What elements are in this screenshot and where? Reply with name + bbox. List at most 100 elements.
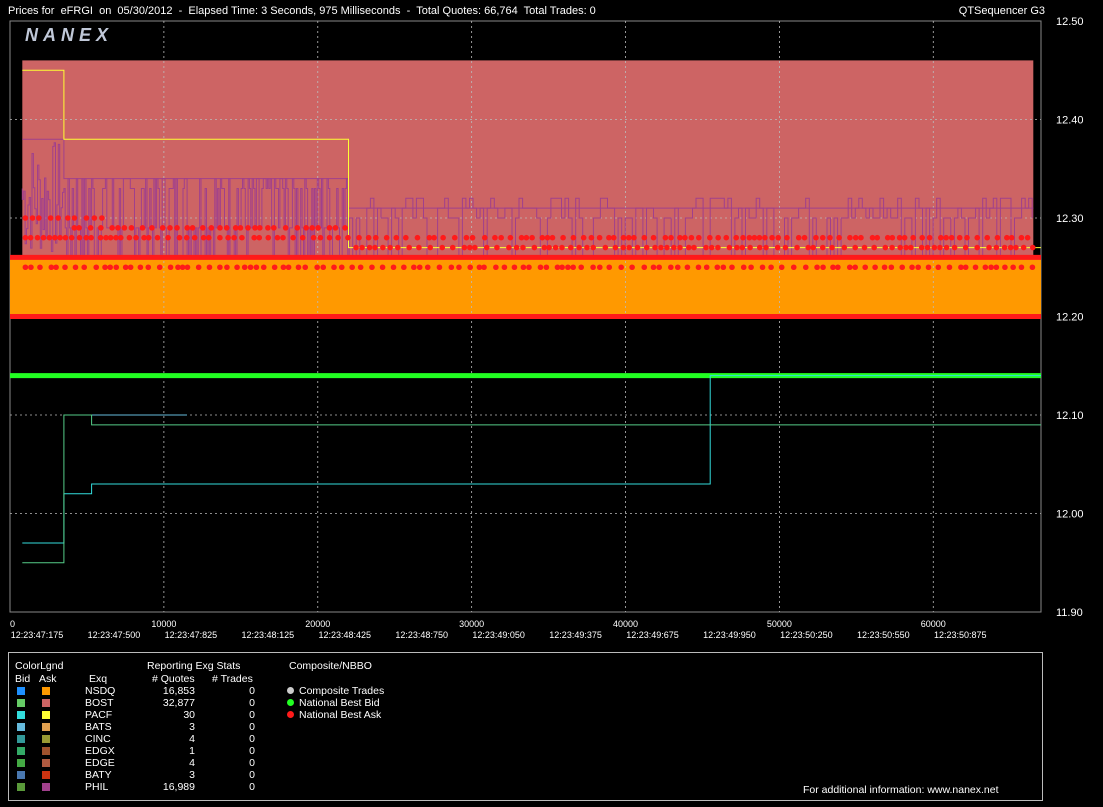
ask-dot bbox=[720, 264, 727, 271]
ask-dot bbox=[47, 215, 54, 221]
ask-dot bbox=[1007, 244, 1014, 251]
ask-dot bbox=[829, 244, 835, 251]
x-tick-label: 60000 bbox=[921, 619, 946, 629]
ask-dot bbox=[239, 234, 245, 241]
exchange-trades: 0 bbox=[249, 697, 255, 709]
x-tick-label: 10000 bbox=[151, 619, 176, 629]
ask-dot bbox=[91, 215, 98, 221]
ask-dot bbox=[620, 244, 627, 251]
exchange-name: BATS bbox=[85, 721, 112, 733]
ask-dot bbox=[320, 264, 327, 271]
ask-dot bbox=[707, 234, 713, 241]
exchange-quotes: 16,853 bbox=[162, 685, 195, 697]
ask-dot bbox=[513, 244, 520, 251]
exchange-trades: 0 bbox=[249, 745, 255, 757]
ask-dot bbox=[629, 264, 635, 271]
exchange-trades: 0 bbox=[249, 733, 255, 745]
ask-dot bbox=[827, 234, 833, 241]
y-tick-label: 12.30 bbox=[1056, 213, 1084, 225]
ask-dot bbox=[1018, 234, 1025, 241]
ask-dot bbox=[740, 264, 747, 271]
ask-dot bbox=[650, 234, 657, 241]
ask-dot bbox=[406, 244, 412, 251]
ask-dot bbox=[836, 234, 842, 241]
ask-dot bbox=[790, 264, 797, 271]
x-time-label: 12:23:49:950 bbox=[703, 630, 756, 640]
ask-dot bbox=[746, 234, 753, 241]
ask-swatch bbox=[42, 723, 50, 731]
bid-swatch bbox=[17, 747, 25, 755]
ask-dot bbox=[424, 264, 431, 271]
ask-dot bbox=[1010, 264, 1016, 271]
ask-dot bbox=[641, 264, 648, 271]
ask-dot bbox=[590, 264, 596, 271]
ask-dot bbox=[734, 244, 740, 251]
ask-dot bbox=[506, 244, 512, 251]
ask-dot bbox=[935, 264, 942, 271]
ask-dot bbox=[481, 264, 487, 271]
y-tick-label: 11.90 bbox=[1056, 607, 1083, 619]
ask-dot bbox=[908, 244, 914, 251]
ask-dot bbox=[285, 264, 292, 271]
ask-dot bbox=[466, 244, 473, 251]
ask-dot bbox=[896, 234, 903, 241]
exchange-trades: 0 bbox=[249, 757, 255, 769]
exchange-quotes: 32,877 bbox=[162, 697, 195, 709]
ask-dot bbox=[972, 264, 979, 271]
ask-dot bbox=[179, 264, 186, 271]
ask-dot bbox=[22, 215, 29, 221]
ask-dot bbox=[184, 225, 191, 231]
ask-dot bbox=[1020, 244, 1027, 251]
ask-dot bbox=[918, 244, 925, 251]
composite-dot bbox=[287, 711, 294, 718]
ask-dot bbox=[526, 264, 532, 271]
ask-dot bbox=[53, 264, 59, 271]
ask-dot bbox=[342, 225, 348, 231]
x-time-label: 12:23:50:875 bbox=[934, 630, 987, 640]
exchange-name: CINC bbox=[85, 733, 111, 745]
ask-dot bbox=[426, 234, 433, 241]
ask-dot bbox=[251, 234, 258, 241]
ask-dot bbox=[1024, 234, 1031, 241]
ask-dot bbox=[393, 234, 400, 241]
stats-title: Reporting Exg Stats bbox=[147, 660, 241, 672]
bid-swatch bbox=[17, 735, 25, 743]
ask-dot bbox=[22, 264, 29, 271]
ask-dot bbox=[943, 234, 949, 241]
ask-dot bbox=[668, 234, 674, 241]
bid-swatch bbox=[17, 711, 25, 719]
x-time-label: 12:23:48:425 bbox=[318, 630, 371, 640]
ask-dot bbox=[559, 244, 565, 251]
exchange-quotes: 30 bbox=[183, 709, 195, 721]
ask-dot bbox=[463, 234, 470, 241]
ask-dot bbox=[28, 264, 34, 271]
ask-dot bbox=[696, 234, 702, 241]
ask-dot bbox=[956, 234, 963, 241]
composite-dot bbox=[287, 687, 294, 694]
ask-dot bbox=[390, 264, 397, 271]
ask-dot bbox=[656, 264, 662, 271]
y-tick-label: 12.40 bbox=[1056, 115, 1084, 127]
exchange-quotes: 16,989 bbox=[162, 781, 195, 793]
ask-dot bbox=[133, 234, 139, 241]
ask-dot bbox=[520, 264, 527, 271]
ask-dot bbox=[416, 244, 422, 251]
ask-dot bbox=[436, 264, 443, 271]
exchange-quotes: 3 bbox=[189, 769, 195, 781]
ask-dot bbox=[762, 234, 768, 241]
ask-swatch bbox=[42, 687, 50, 695]
ask-dot bbox=[149, 225, 155, 231]
ask-dot bbox=[723, 234, 730, 241]
ask-dot bbox=[691, 244, 697, 251]
ask-dot bbox=[461, 244, 468, 251]
ask-dot bbox=[596, 234, 603, 241]
ask-dot bbox=[631, 234, 637, 241]
ask-dot bbox=[117, 234, 124, 241]
ask-dot bbox=[76, 234, 83, 241]
ask-dot bbox=[302, 264, 309, 271]
ask-dot bbox=[937, 234, 944, 241]
exchange-name: BATY bbox=[85, 769, 112, 781]
ask-dot bbox=[68, 234, 75, 241]
ask-dot bbox=[576, 244, 582, 251]
legend-panel: ColorLgnd Bid Ask Exq Reporting Exg Stat… bbox=[8, 652, 1043, 801]
